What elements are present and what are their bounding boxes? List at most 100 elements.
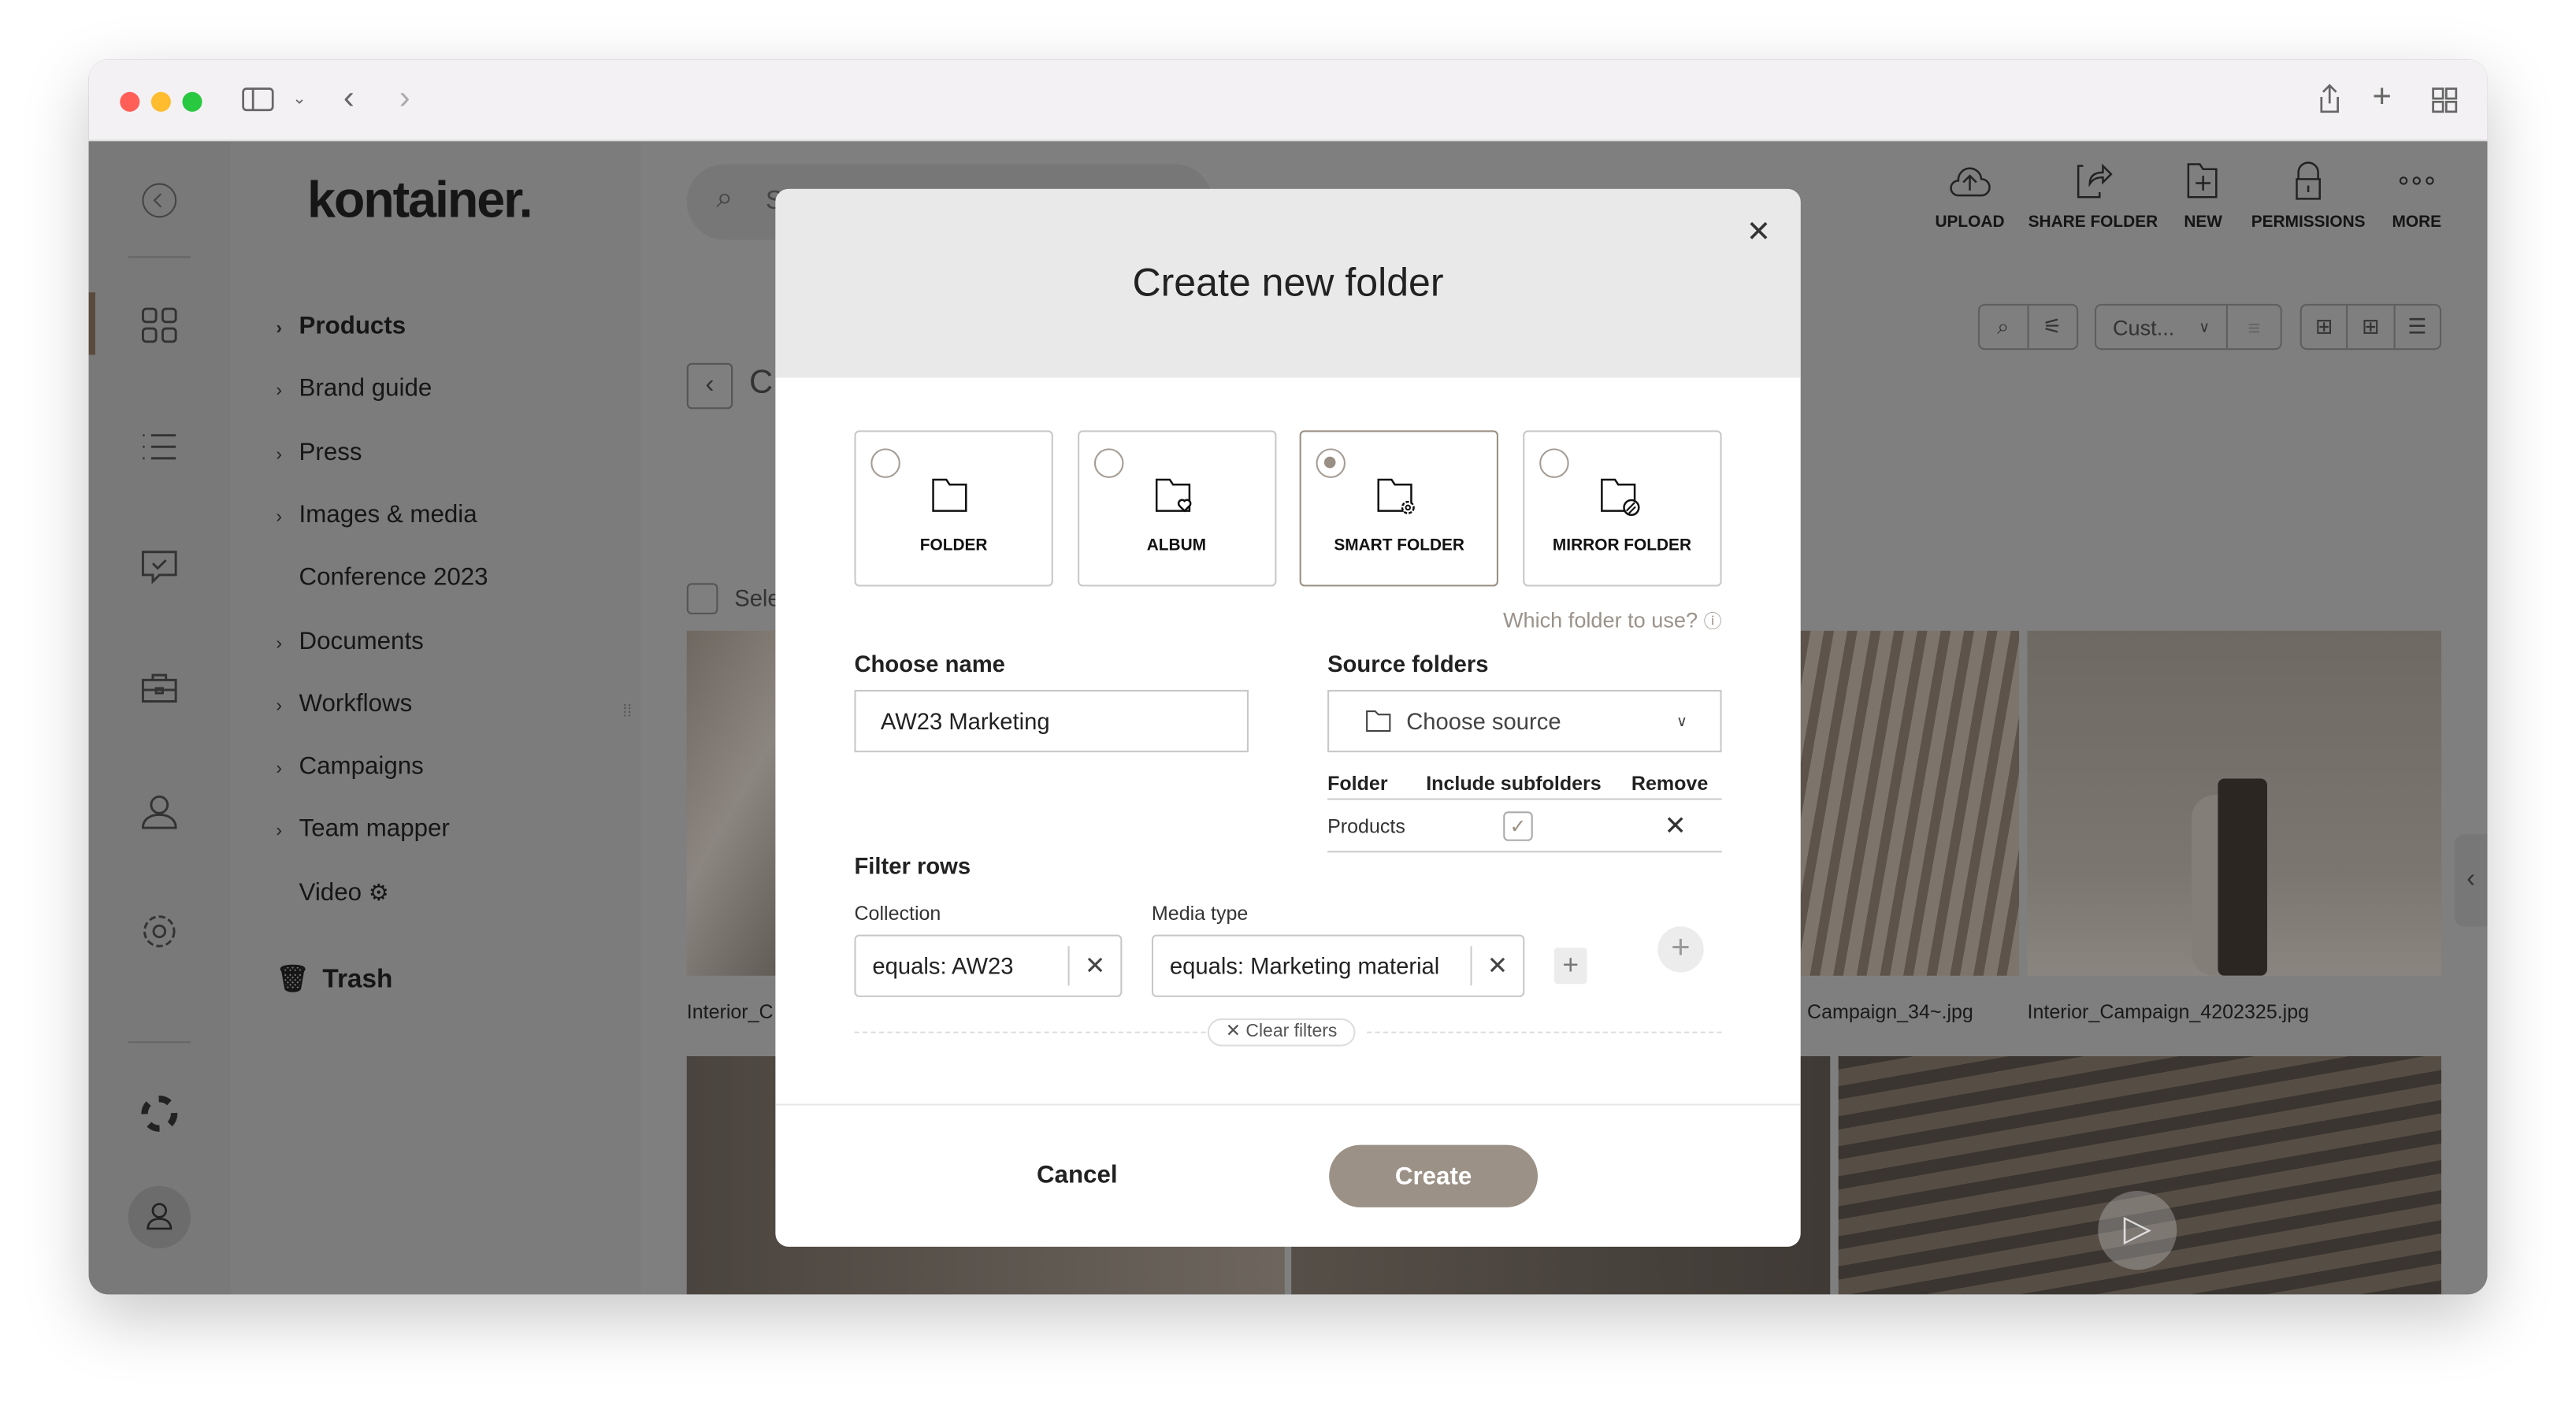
search-icon[interactable]: ⌕ (1980, 305, 2029, 349)
settings-icon[interactable] (139, 911, 179, 951)
collapse-icon[interactable] (139, 180, 179, 220)
chevron-down-icon[interactable]: ⌄ (292, 91, 306, 109)
chevron-down-icon: ∨ (2199, 317, 2210, 335)
resize-handle-icon[interactable]: ⁞⁞ (622, 704, 632, 721)
chevron-right-icon[interactable]: › (276, 444, 299, 464)
thumbnail-caption: Interior_C (686, 1000, 774, 1024)
folder-type-icon (1377, 478, 1416, 514)
clear-filters-button[interactable]: ✕ Clear filters (1207, 1018, 1356, 1047)
sidebar-item[interactable]: › Press (276, 438, 362, 465)
more-button[interactable]: MORE (2343, 161, 2488, 232)
sidebar-item[interactable]: › Brand guide (276, 375, 432, 402)
close-icon: ✕ (1225, 1022, 1242, 1042)
folder-name-input[interactable]: AW23 Marketing (854, 689, 1249, 753)
thumbnail-caption: Interior_Campaign_4202325.jpg (2027, 1000, 2310, 1024)
sidebar-item[interactable]: › Images & media (276, 501, 477, 528)
thumbnail[interactable] (1800, 630, 2020, 976)
divider (128, 256, 191, 258)
share-icon[interactable] (2317, 82, 2343, 115)
radio-button[interactable] (1539, 448, 1569, 478)
grid-icon[interactable] (139, 306, 179, 345)
video-thumbnail[interactable]: ▷ (1838, 1055, 2442, 1295)
play-icon[interactable]: ▷ (2098, 1190, 2177, 1270)
radio-button[interactable] (870, 448, 900, 478)
chevron-right-icon[interactable]: › (276, 696, 299, 716)
user-icon[interactable] (139, 792, 179, 831)
chevron-right-icon[interactable]: › (276, 507, 299, 527)
back-icon[interactable]: ‹ (343, 80, 354, 118)
active-indicator (88, 292, 95, 355)
more-dots-icon (2399, 176, 2434, 185)
minimize-window-button[interactable] (150, 91, 171, 112)
source-folder-name: Products (1327, 814, 1405, 838)
forward-icon[interactable]: › (399, 80, 410, 118)
back-button[interactable]: ‹ (686, 362, 733, 410)
upload-cloud-icon (1950, 167, 1991, 197)
folder-type-icon (1600, 478, 1640, 517)
clear-filter-icon[interactable]: ✕ (1470, 946, 1524, 986)
chevron-right-icon[interactable]: › (276, 381, 299, 401)
source-label: Source folders (1327, 650, 1489, 677)
clear-filter-icon[interactable]: ✕ (1067, 946, 1121, 986)
sidebar-item-trash[interactable]: 🗑 Trash (276, 962, 392, 996)
chevron-down-icon: ∨ (1676, 712, 1687, 729)
filter-sliders-icon[interactable]: ⚟ (2029, 306, 2077, 348)
close-icon[interactable]: ✕ (1746, 215, 1771, 250)
maximize-window-button[interactable] (182, 91, 202, 112)
collection-filter[interactable]: equals: AW23 ✕ (854, 934, 1123, 997)
approval-icon[interactable] (139, 547, 179, 586)
choose-source-dropdown[interactable]: Choose source ∨ (1327, 689, 1722, 753)
sidebar-toggle-icon[interactable] (242, 87, 275, 113)
chevron-right-icon[interactable]: › (276, 759, 299, 779)
sort-group: Cust... ∨ ≡ (2095, 303, 2282, 350)
add-filter-row-button[interactable]: + (1657, 926, 1704, 973)
avatar[interactable] (128, 1185, 191, 1248)
view-mode-group: ⊞ ⊞ ☰ (2299, 303, 2442, 350)
chevron-right-icon[interactable]: › (276, 822, 299, 842)
tab-overview-icon[interactable] (2432, 87, 2458, 113)
briefcase-icon[interactable] (139, 669, 179, 708)
list-view-icon[interactable]: ☰ (2395, 306, 2440, 348)
sidebar-item[interactable]: › Workflows (276, 689, 412, 717)
list-icon[interactable] (139, 427, 179, 466)
chevron-right-icon[interactable]: › (276, 319, 299, 339)
radio-button[interactable] (1093, 448, 1123, 478)
include-subfolders-checkbox[interactable]: ✓ (1503, 811, 1533, 841)
sort-order-icon[interactable]: ≡ (2228, 306, 2281, 348)
media-type-filter[interactable]: equals: Marketing material ✕ (1151, 934, 1525, 997)
close-window-button[interactable] (120, 91, 140, 112)
thumbnail[interactable] (2027, 630, 2442, 976)
sidebar-item[interactable]: › Documents (276, 627, 423, 655)
sort-dropdown[interactable]: Cust... ∨ (2096, 305, 2228, 349)
sidebar-item[interactable]: › Products (276, 312, 406, 339)
icon-rail (88, 141, 230, 1295)
column-header: Remove (1631, 772, 1709, 796)
sidebar-item[interactable]: Video ⚙ (276, 878, 389, 906)
create-button[interactable]: Create (1329, 1144, 1539, 1207)
help-lifebuoy-icon[interactable] (139, 1094, 179, 1133)
divider (854, 1031, 1206, 1033)
new-tab-icon[interactable]: + (2372, 79, 2391, 117)
folder-type-folder[interactable]: FOLDER (854, 430, 1053, 587)
large-grid-icon[interactable]: ⊞ (2348, 305, 2395, 349)
dialog-title: Create new folder (1132, 261, 1444, 306)
sidebar-item[interactable]: › Campaigns (276, 752, 423, 780)
radio-button[interactable] (1316, 448, 1346, 478)
sidebar-item[interactable]: Conference 2023 (276, 564, 488, 592)
chevron-right-icon[interactable]: › (276, 633, 299, 653)
cancel-button[interactable]: Cancel (1037, 1161, 1118, 1189)
sidebar-item[interactable]: › Team mapper (276, 815, 449, 843)
folder-type-smart-folder[interactable]: SMART FOLDER (1300, 430, 1499, 587)
search-icon: ⌕ (716, 180, 733, 214)
add-condition-button[interactable]: + (1553, 948, 1587, 985)
folder-type-album[interactable]: ALBUM (1077, 430, 1276, 587)
small-grid-icon[interactable]: ⊞ (2302, 305, 2348, 349)
folder-help-link[interactable]: Which folder to use? ⓘ (1503, 608, 1722, 634)
thumbnail[interactable] (686, 630, 785, 976)
title-bar: ⌄ ‹ › + (88, 59, 2488, 142)
folder-type-mirror-folder[interactable]: MIRROR FOLDER (1522, 430, 1722, 587)
divider (1327, 851, 1722, 853)
remove-source-icon[interactable]: ✕ (1665, 810, 1687, 843)
expand-panel-button[interactable]: ‹ (2454, 834, 2488, 927)
select-all-checkbox[interactable] (686, 583, 718, 614)
